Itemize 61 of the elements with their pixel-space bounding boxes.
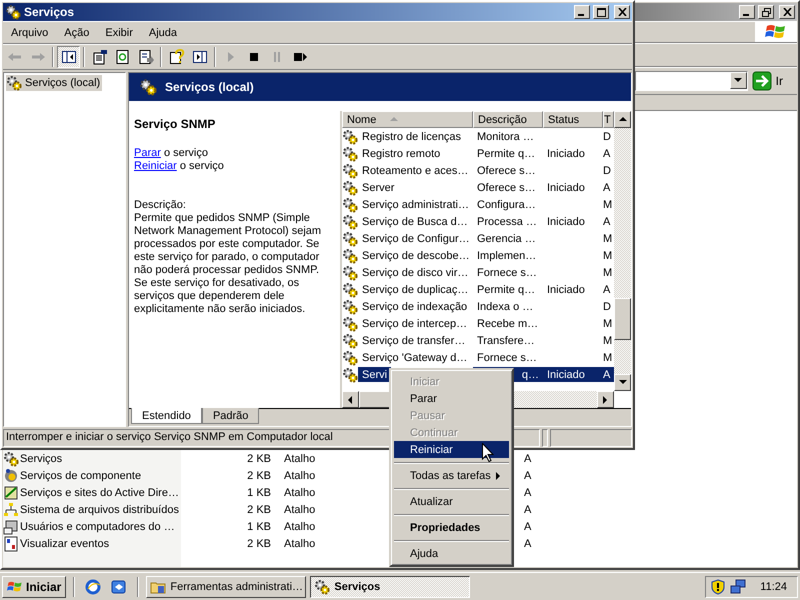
description-cell-text: Permite q… — [476, 282, 536, 297]
description-cell-text: Gerencia … — [476, 232, 537, 246]
description-cell-text: Processa … — [476, 214, 538, 229]
type-cell-text: M — [603, 232, 614, 246]
file-type: Atalho — [284, 470, 316, 482]
file-attributes: A — [524, 470, 532, 482]
file-size: 2 KB — [246, 504, 271, 516]
clock: 11:24 — [760, 580, 787, 592]
description-cell-text: Transfere… — [476, 334, 536, 348]
description-cell-text: Configura… — [476, 198, 537, 212]
description-cell-text: Oferece s… — [476, 180, 537, 195]
status-cell-text: Iniciado — [546, 146, 586, 161]
type-cell-text: M — [603, 248, 614, 263]
file-attributes: A — [524, 520, 532, 532]
description-cell-text: Monitora … — [476, 130, 535, 144]
file-attributes: A — [524, 504, 532, 516]
type-cell-text: M — [603, 266, 614, 280]
description-cell-text: Indexa o … — [476, 300, 534, 314]
description-cell-text: Oferece s… — [476, 164, 537, 178]
description-cell-text: Recebe m… — [476, 316, 540, 331]
status-cell: Iniciado — [543, 367, 603, 382]
file-size: 1 KB — [246, 520, 271, 532]
file-type: Atalho — [284, 538, 316, 550]
file-attributes: A — [524, 452, 532, 464]
type-cell: A — [603, 367, 614, 382]
action-text: Reiniciar o serviço — [134, 160, 225, 173]
file-size: 2 KB — [246, 538, 271, 550]
status-text: Interromper e iniciar o serviço Serviço SNMP em Computador local — [6, 431, 333, 443]
status-cell-text: Iniciado — [546, 214, 586, 229]
file-type: Atalho — [284, 486, 316, 498]
type-cell-text: M — [603, 334, 614, 348]
file-size: 2 KB — [246, 470, 271, 482]
pane-title: Serviços (local) — [165, 80, 254, 94]
description-cell-text: Implemen… — [476, 248, 538, 263]
type-cell-text: A — [603, 180, 612, 195]
window-title: Serviços — [24, 5, 76, 19]
file-type: Atalho — [284, 452, 316, 464]
status-cell-text: Iniciado — [546, 180, 586, 195]
action-text: Parar o serviço — [134, 147, 209, 160]
file-type: Atalho — [284, 520, 316, 532]
description-text: Permite que pedidos SNMP (Simple Network Management Protocol) sejam processados por este computador. Se este serviço for parado, o computador não poderá processar pedidos SNMP. Se este serviço for desativado, os serviços que dependerem dele explicitamente não serão iniciados. — [134, 212, 322, 316]
description-label: Descrição: — [134, 199, 187, 212]
type-cell-text: M — [603, 198, 614, 212]
type-cell-text: A — [603, 282, 612, 297]
file-attributes: A — [524, 538, 532, 550]
type-cell-text: D — [603, 130, 612, 144]
file-size: 2 KB — [246, 452, 271, 464]
type-cell-text: D — [603, 300, 612, 314]
description-cell-text: Fornece s… — [476, 266, 538, 280]
type-cell-text: D — [603, 164, 612, 178]
description-cell-text: Fornece s… — [476, 350, 538, 365]
type-cell-text: M — [603, 316, 614, 331]
file-size: 1 KB — [246, 486, 271, 498]
status-cell-text: Iniciado — [546, 282, 586, 297]
type-cell-text: A — [603, 214, 612, 229]
type-cell-text: M — [603, 350, 614, 365]
description-cell-text: Permite q… — [476, 146, 536, 161]
file-type: Atalho — [284, 504, 316, 516]
file-attributes: A — [524, 486, 532, 498]
type-cell-text: A — [603, 146, 612, 161]
service-name: Serviço SNMP — [134, 117, 216, 131]
